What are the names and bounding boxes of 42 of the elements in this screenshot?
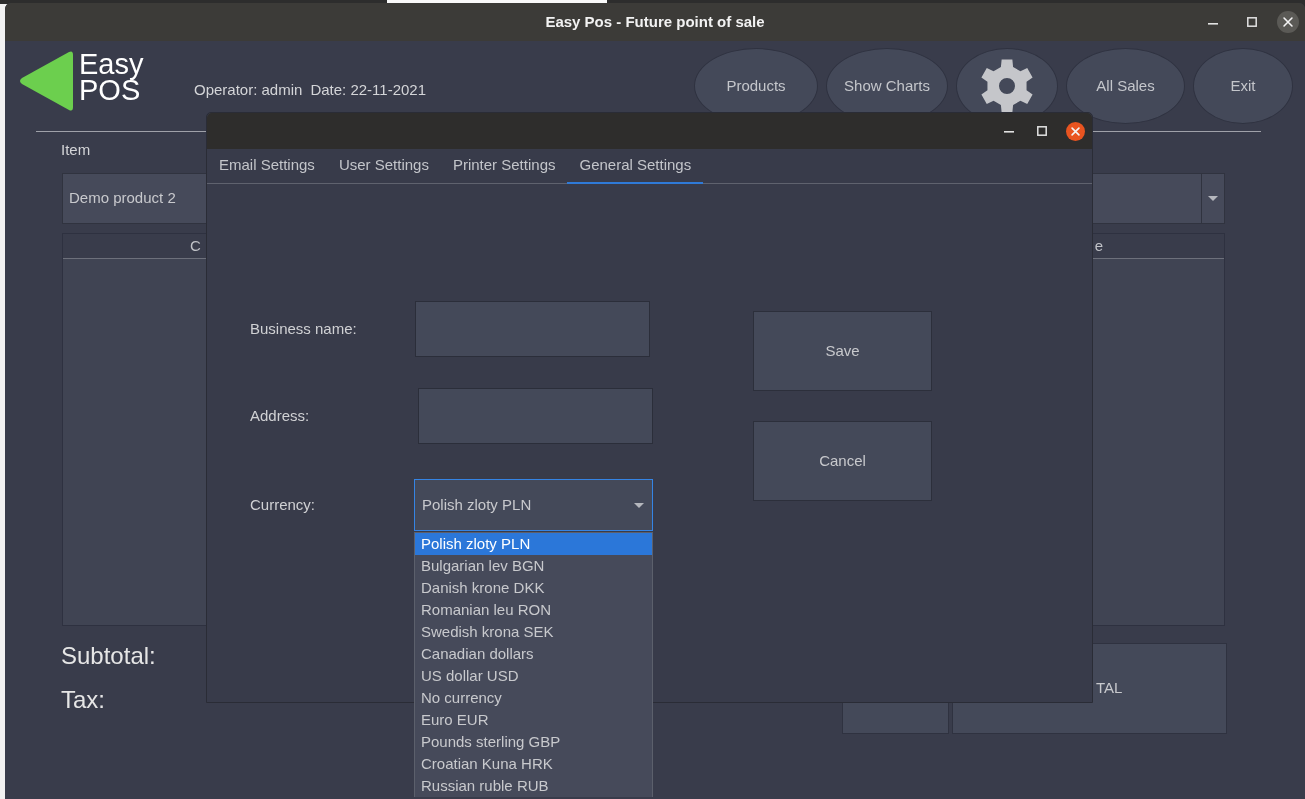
tab[interactable]: User Settings (326, 149, 441, 184)
dropdown-option[interactable]: Croatian Kuna HRK (415, 753, 652, 775)
dropdown-option[interactable]: Swedish krona SEK (415, 621, 652, 643)
dropdown-option[interactable]: US dollar USD (415, 665, 652, 687)
dialog-button[interactable]: Cancel (753, 421, 932, 501)
caret-icon (1208, 196, 1218, 201)
dropdown-option[interactable]: Russian ruble RUB (415, 775, 652, 797)
dialog-button[interactable]: Save (753, 311, 932, 391)
dropdown-option[interactable]: Euro EUR (415, 709, 652, 731)
tab[interactable]: General Settings (567, 149, 704, 184)
field-label: Address: (250, 405, 311, 426)
field-label: Business name: (250, 318, 358, 339)
column-header: e (1094, 235, 1103, 256)
dropdown-option[interactable]: Bulgarian lev BGN (415, 555, 652, 577)
dropdown-option[interactable]: Canadian dollars (415, 643, 652, 665)
caret-icon (634, 502, 644, 508)
text-field[interactable] (418, 388, 653, 444)
column-header: C (190, 235, 201, 256)
logo-icon (18, 50, 74, 112)
dropdown-option[interactable]: Polish zloty PLN (415, 533, 652, 555)
tax-label: Tax: (61, 687, 105, 713)
dropdown-option[interactable]: Romanian leu RON (415, 599, 652, 621)
close-icon[interactable] (1066, 121, 1085, 141)
tab[interactable]: Email Settings (207, 149, 327, 184)
dropdown-option[interactable]: Danish krone DKK (415, 577, 652, 599)
dropdown-option[interactable]: No currency (415, 687, 652, 709)
maximize-icon[interactable] (1247, 17, 1257, 27)
operator-label: Operator: admin (194, 81, 303, 98)
settings-icon (980, 59, 1034, 113)
close-icon[interactable] (1277, 11, 1299, 33)
field-label: Item (61, 141, 91, 159)
subtotal-label: Subtotal: (61, 643, 156, 669)
toolbar-button[interactable]: All Sales (1066, 48, 1185, 124)
maximize-icon[interactable] (1037, 126, 1047, 136)
dropdown-option[interactable]: Pounds sterling GBP (415, 731, 652, 753)
tab[interactable]: Printer Settings (440, 149, 568, 184)
toolbar-button[interactable]: Exit (1193, 48, 1293, 124)
date-label: Date: 22-11-2021 (310, 81, 427, 98)
window-title: Easy Pos - Future point of sale (545, 11, 765, 32)
field-label: Currency: (250, 494, 317, 515)
currency-select[interactable]: Polish zloty PLN (414, 479, 653, 531)
text-field[interactable] (415, 301, 650, 357)
